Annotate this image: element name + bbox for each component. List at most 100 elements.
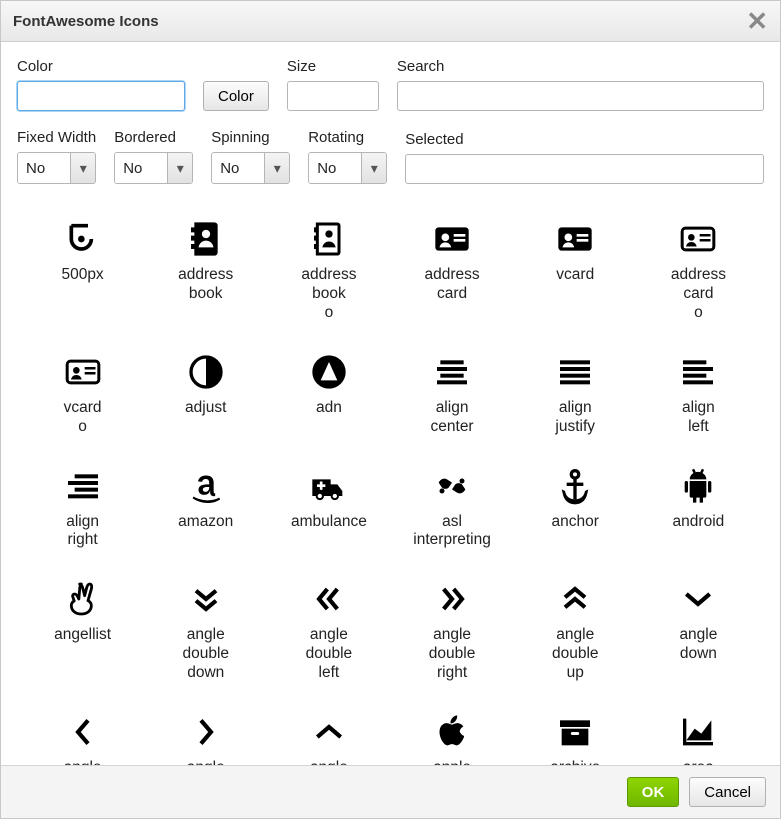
icon-address-book-o[interactable]: address book o xyxy=(267,208,390,341)
icon-address-card[interactable]: address card xyxy=(390,208,513,341)
icon-android[interactable]: android xyxy=(637,455,760,569)
icon-label: address card o xyxy=(671,266,726,323)
icon-align-justify[interactable]: align justify xyxy=(514,341,637,455)
titlebar: FontAwesome Icons ✕ xyxy=(1,1,780,42)
align-right-icon xyxy=(60,463,106,509)
icon-angle-double-left[interactable]: angle double left xyxy=(267,568,390,701)
bordered-select[interactable]: No ▾ xyxy=(114,152,193,184)
fixed-width-select[interactable]: No ▾ xyxy=(17,152,96,184)
icon-label: align right xyxy=(66,513,99,551)
spinning-select[interactable]: No ▾ xyxy=(211,152,290,184)
icon-adjust[interactable]: adjust xyxy=(144,341,267,455)
angle-up-icon xyxy=(306,709,352,755)
search-input[interactable] xyxy=(397,81,764,111)
search-label: Search xyxy=(397,58,764,75)
chevron-down-icon: ▾ xyxy=(361,153,386,183)
icon-label: amazon xyxy=(178,513,233,532)
icon-archive[interactable]: archive xyxy=(514,701,637,765)
angle-left-icon xyxy=(60,709,106,755)
address-card-icon xyxy=(429,216,475,262)
angle-double-down-icon xyxy=(183,576,229,622)
icon-label: angle double down xyxy=(182,626,229,683)
icon-label: address book xyxy=(178,266,233,304)
icon-align-center[interactable]: align center xyxy=(390,341,513,455)
icon-label: angle double right xyxy=(429,626,476,683)
icon-address-card-o[interactable]: address card o xyxy=(637,208,760,341)
icon-angle-left[interactable]: angle left xyxy=(21,701,144,765)
angle-double-left-icon xyxy=(306,576,352,622)
chevron-down-icon: ▾ xyxy=(264,153,289,183)
icon-apple[interactable]: apple xyxy=(390,701,513,765)
icon-label: adjust xyxy=(185,399,226,418)
icon-address-book[interactable]: address book xyxy=(144,208,267,341)
color-label: Color xyxy=(17,58,185,75)
icon-label: 500px xyxy=(61,266,103,285)
size-label: Size xyxy=(287,58,379,75)
rotating-label: Rotating xyxy=(308,129,387,146)
icon-angellist[interactable]: angellist xyxy=(21,568,144,701)
icon-label: align left xyxy=(682,399,715,437)
address-card-o-icon xyxy=(675,216,721,262)
spinning-label: Spinning xyxy=(211,129,290,146)
icon-label: angle down xyxy=(679,626,717,664)
selected-input[interactable] xyxy=(405,154,764,184)
icon-vcard-o[interactable]: vcard o xyxy=(21,341,144,455)
icon-ambulance[interactable]: ambulance xyxy=(267,455,390,569)
rotating-select[interactable]: No ▾ xyxy=(308,152,387,184)
align-center-icon xyxy=(429,349,475,395)
icon-label: angellist xyxy=(54,626,111,645)
adn-icon xyxy=(306,349,352,395)
icon-label: adn xyxy=(316,399,342,418)
icon-align-left[interactable]: align left xyxy=(637,341,760,455)
angle-down-icon xyxy=(675,576,721,622)
icon-label: ambulance xyxy=(291,513,367,532)
android-icon xyxy=(675,463,721,509)
dialog-body: Color Color Size Search Fixed Width No ▾ xyxy=(1,42,780,765)
amazon-icon xyxy=(183,463,229,509)
align-justify-icon xyxy=(552,349,598,395)
icon-align-right[interactable]: align right xyxy=(21,455,144,569)
icon-area-chart[interactable]: area chart xyxy=(637,701,760,765)
icon-angle-double-up[interactable]: angle double up xyxy=(514,568,637,701)
color-input[interactable] xyxy=(17,81,185,111)
icon-anchor[interactable]: anchor xyxy=(514,455,637,569)
icon-angle-up[interactable]: angle up xyxy=(267,701,390,765)
size-input[interactable] xyxy=(287,81,379,111)
anchor-icon xyxy=(552,463,598,509)
chevron-down-icon: ▾ xyxy=(70,153,95,183)
adjust-icon xyxy=(183,349,229,395)
fontawesome-dialog: FontAwesome Icons ✕ Color Color Size Sea… xyxy=(0,0,781,819)
dialog-title: FontAwesome Icons xyxy=(13,13,159,30)
vcard-icon xyxy=(552,216,598,262)
icon-label: asl interpreting xyxy=(413,513,491,551)
controls-row-2: Fixed Width No ▾ Bordered No ▾ Spinning … xyxy=(17,129,764,184)
icon-angle-double-right[interactable]: angle double right xyxy=(390,568,513,701)
icon-500px[interactable]: 500px xyxy=(21,208,144,341)
icon-asl-interpreting[interactable]: asl interpreting xyxy=(390,455,513,569)
icon-vcard[interactable]: vcard xyxy=(514,208,637,341)
angle-right-icon xyxy=(183,709,229,755)
icon-adn[interactable]: adn xyxy=(267,341,390,455)
vcard-o-icon xyxy=(60,349,106,395)
icon-angle-double-down[interactable]: angle double down xyxy=(144,568,267,701)
icon-angle-down[interactable]: angle down xyxy=(637,568,760,701)
angellist-icon xyxy=(60,576,106,622)
icon-label: address book o xyxy=(301,266,356,323)
archive-icon xyxy=(552,709,598,755)
address-book-o-icon xyxy=(306,216,352,262)
controls-row-1: Color Color Size Search xyxy=(17,58,764,111)
cancel-button[interactable]: Cancel xyxy=(689,777,766,807)
icon-grid-scroll[interactable]: 500px address book address book o address c… xyxy=(17,202,764,765)
icon-angle-right[interactable]: angle right xyxy=(144,701,267,765)
close-icon[interactable]: ✕ xyxy=(746,8,768,34)
bordered-label: Bordered xyxy=(114,129,193,146)
500px-icon xyxy=(60,216,106,262)
icon-label: vcard o xyxy=(64,399,102,437)
icon-amazon[interactable]: amazon xyxy=(144,455,267,569)
icon-label: align center xyxy=(431,399,474,437)
icon-grid: 500px address book address book o address c… xyxy=(21,208,760,765)
color-button[interactable]: Color xyxy=(203,81,269,111)
ok-button[interactable]: OK xyxy=(627,777,680,807)
ambulance-icon xyxy=(306,463,352,509)
selected-label: Selected xyxy=(405,131,764,148)
